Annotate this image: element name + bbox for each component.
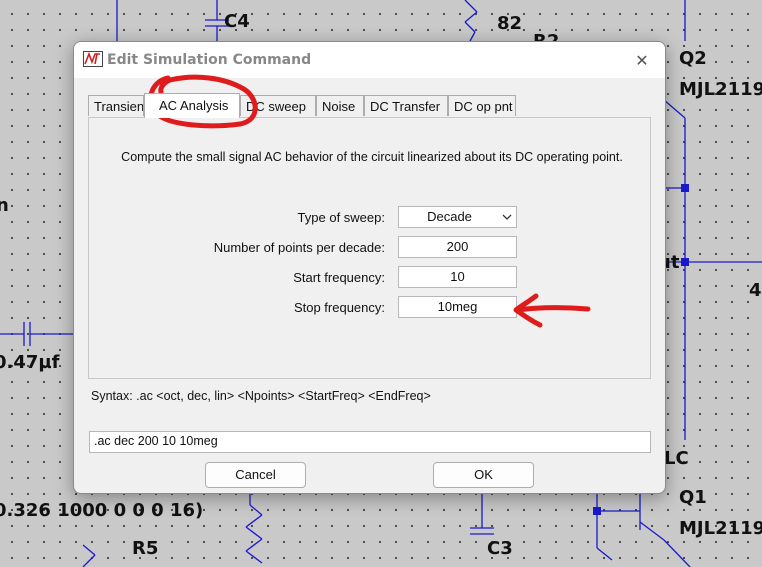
ac-analysis-panel: Compute the small signal AC behavior of … bbox=[88, 117, 651, 379]
cancel-button[interactable]: Cancel bbox=[205, 462, 306, 488]
ok-button[interactable]: OK bbox=[433, 462, 534, 488]
lc-label: LC bbox=[664, 448, 689, 469]
right-partial-label: 4 bbox=[749, 280, 762, 301]
c3-label: C3 bbox=[487, 538, 513, 559]
sweep-type-select[interactable]: Decade bbox=[398, 206, 517, 228]
r82-label: 82 bbox=[497, 13, 523, 34]
points-per-decade-label: Number of points per decade: bbox=[213, 240, 385, 255]
analysis-description: Compute the small signal AC behavior of … bbox=[121, 150, 623, 164]
stop-frequency-input[interactable]: 10meg bbox=[398, 296, 517, 318]
tab-noise[interactable]: Noise bbox=[316, 95, 364, 116]
ltspice-logo-icon bbox=[83, 51, 103, 67]
dialog-title: Edit Simulation Command bbox=[107, 52, 312, 68]
tab-transient[interactable]: Transient bbox=[88, 95, 144, 116]
chevron-down-icon bbox=[502, 214, 512, 220]
q1-model-label: MJL2119 bbox=[679, 518, 762, 539]
command-line-input[interactable]: .ac dec 200 10 10meg bbox=[89, 431, 651, 453]
cap-value-label: 0.47µf bbox=[0, 352, 60, 373]
start-frequency-input[interactable]: 10 bbox=[398, 266, 517, 288]
close-icon: ✕ bbox=[635, 50, 649, 70]
close-button[interactable]: ✕ bbox=[619, 42, 665, 78]
tab-dc-op-pnt[interactable]: DC op pnt bbox=[448, 95, 516, 116]
q2-label: Q2 bbox=[679, 48, 707, 69]
tab-dc-sweep[interactable]: DC sweep bbox=[240, 95, 316, 116]
stop-frequency-label: Stop frequency: bbox=[293, 300, 385, 315]
edit-simulation-dialog: Edit Simulation Command ✕ Transient AC A… bbox=[73, 41, 666, 494]
q2-model-label: MJL2119 bbox=[679, 79, 762, 100]
sweep-type-value: Decade bbox=[427, 209, 472, 224]
points-per-decade-input[interactable]: 200 bbox=[398, 236, 517, 258]
syntax-hint: Syntax: .ac <oct, dec, lin> <Npoints> <S… bbox=[91, 389, 431, 403]
dialog-titlebar[interactable]: Edit Simulation Command ✕ bbox=[74, 42, 665, 78]
start-frequency-label: Start frequency: bbox=[293, 270, 385, 285]
param-label: 0.326 1000 0 0 0 16) bbox=[0, 500, 204, 521]
sweep-type-label: Type of sweep: bbox=[297, 210, 385, 225]
tab-ac-analysis[interactable]: AC Analysis bbox=[144, 93, 240, 118]
r5-label: R5 bbox=[132, 538, 159, 559]
q1-label: Q1 bbox=[679, 487, 707, 508]
left-partial-label: n bbox=[0, 195, 9, 216]
tab-dc-transfer[interactable]: DC Transfer bbox=[364, 95, 448, 116]
c4-label: C4 bbox=[224, 11, 250, 32]
